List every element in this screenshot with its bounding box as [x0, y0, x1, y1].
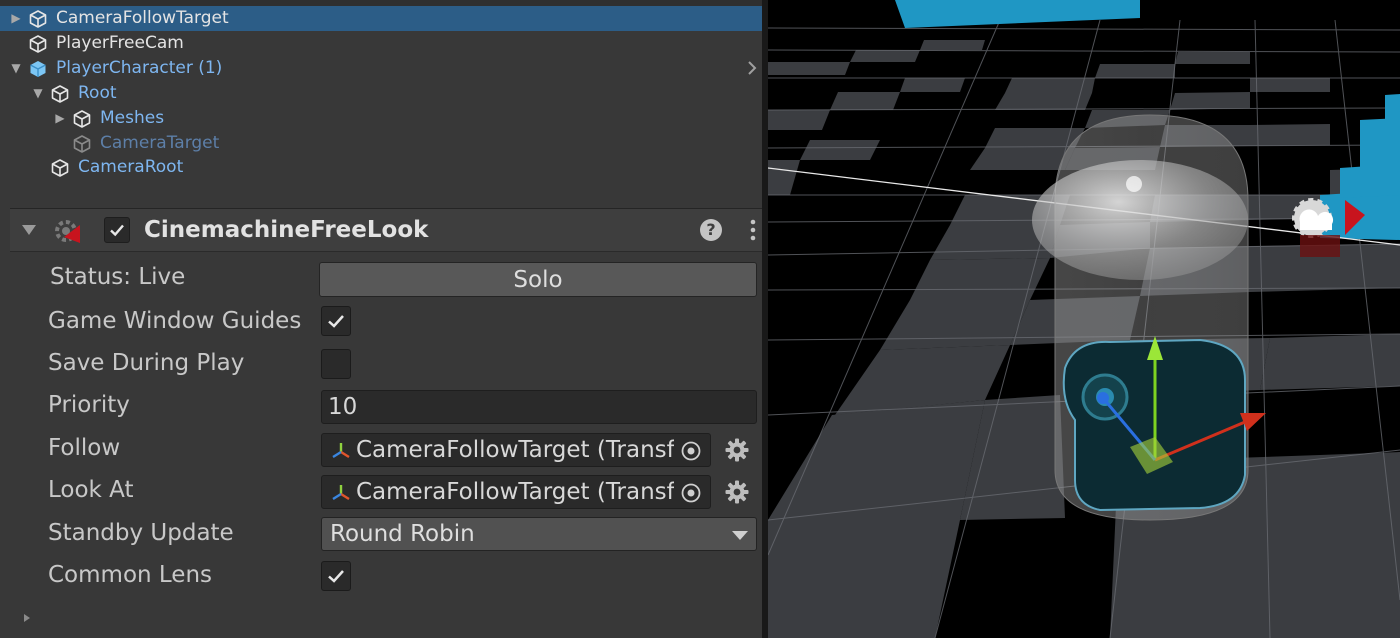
follow-value: CameraFollowTarget (Transform)	[356, 437, 674, 463]
foldout-collapsed-icon[interactable]: ▶	[53, 106, 67, 131]
prefab-icon	[30, 61, 46, 77]
cinemachine-camera-icon	[55, 220, 80, 243]
hierarchy-item-label: Meshes	[100, 108, 165, 128]
object-picker-icon[interactable]	[680, 482, 702, 504]
standby-update-label: Standby Update	[48, 520, 234, 546]
scene-viewport	[768, 0, 1400, 638]
hierarchy-item-label: Root	[78, 83, 117, 103]
hierarchy-item-cameratarget[interactable]: CameraTarget	[0, 131, 762, 156]
help-icon[interactable]: ?	[700, 219, 722, 241]
component-title: CinemachineFreeLook	[144, 217, 429, 243]
transform-icon	[332, 485, 350, 501]
gameobject-icon	[51, 159, 69, 177]
look-at-label: Look At	[48, 477, 134, 503]
kebab-menu-icon[interactable]	[742, 217, 764, 243]
foldout-expanded-icon[interactable]: ▼	[31, 81, 45, 106]
standby-update-value: Round Robin	[330, 521, 475, 547]
common-lens-checkbox[interactable]	[321, 561, 351, 591]
hierarchy-panel: ▶ CameraFollowTarget PlayerFreeCam ▼ Pla…	[0, 0, 762, 200]
foldout-expanded-icon[interactable]: ▼	[9, 56, 23, 81]
game-window-guides-label: Game Window Guides	[48, 308, 302, 334]
hierarchy-item-camerafollowtarget[interactable]: ▶ CameraFollowTarget	[0, 6, 762, 31]
save-during-play-checkbox[interactable]	[321, 349, 351, 379]
hierarchy-item-playerfreecam[interactable]: PlayerFreeCam	[0, 31, 762, 56]
hierarchy-item-meshes[interactable]: ▶ Meshes	[0, 106, 762, 131]
gameobject-icon	[29, 35, 47, 53]
gameobject-icon	[51, 85, 69, 103]
hierarchy-item-playercharacter[interactable]: ▼ PlayerCharacter (1)	[0, 56, 762, 81]
look-at-object-field[interactable]: CameraFollowTarget (Transform)	[321, 475, 711, 509]
status-label: Status: Live	[50, 264, 186, 290]
save-during-play-label: Save During Play	[48, 350, 245, 376]
checkmark-icon	[328, 315, 344, 328]
look-at-value: CameraFollowTarget (Transform)	[356, 479, 674, 505]
foldout-expanded-icon[interactable]	[20, 222, 38, 238]
transform-icon	[332, 443, 350, 459]
hierarchy-item-label: CameraRoot	[78, 157, 184, 177]
hierarchy-item-root[interactable]: ▼ Root	[0, 81, 762, 106]
hierarchy-item-label: CameraFollowTarget	[56, 8, 229, 28]
gear-icon[interactable]	[724, 437, 750, 463]
hierarchy-item-label: PlayerCharacter (1)	[56, 58, 223, 78]
component-enabled-checkbox[interactable]	[104, 217, 130, 243]
checkmark-icon	[110, 224, 124, 237]
standby-update-dropdown[interactable]: Round Robin	[321, 517, 757, 551]
gear-icon[interactable]	[724, 479, 750, 505]
priority-label: Priority	[48, 392, 130, 418]
dropdown-caret-icon	[732, 531, 748, 540]
checkmark-icon	[328, 570, 344, 583]
inspector-panel: CinemachineFreeLook ? Status: Live Solo …	[0, 200, 762, 638]
foldout-collapsed-icon[interactable]: ▶	[9, 6, 23, 31]
game-window-guides-checkbox[interactable]	[321, 306, 351, 336]
solo-button[interactable]: Solo	[319, 262, 757, 297]
scene-view[interactable]	[768, 0, 1400, 638]
priority-field[interactable]: 10	[321, 390, 757, 424]
follow-label: Follow	[48, 435, 121, 461]
camera-frustum	[1032, 160, 1248, 280]
hierarchy-item-cameraroot[interactable]: CameraRoot	[0, 155, 762, 180]
follow-object-field[interactable]: CameraFollowTarget (Transform)	[321, 433, 711, 467]
highlight	[1126, 176, 1142, 192]
gameobject-icon	[73, 135, 91, 153]
component-header[interactable]: CinemachineFreeLook ?	[10, 208, 762, 252]
hierarchy-item-label: PlayerFreeCam	[56, 33, 184, 53]
gameobject-icon	[29, 10, 47, 28]
object-picker-icon[interactable]	[680, 440, 702, 462]
gameobject-icon	[73, 110, 91, 128]
hierarchy-item-label: CameraTarget	[100, 133, 220, 153]
foldout-collapsed-icon[interactable]	[22, 606, 62, 626]
chevron-right-icon[interactable]	[744, 58, 760, 78]
common-lens-label: Common Lens	[48, 562, 213, 588]
